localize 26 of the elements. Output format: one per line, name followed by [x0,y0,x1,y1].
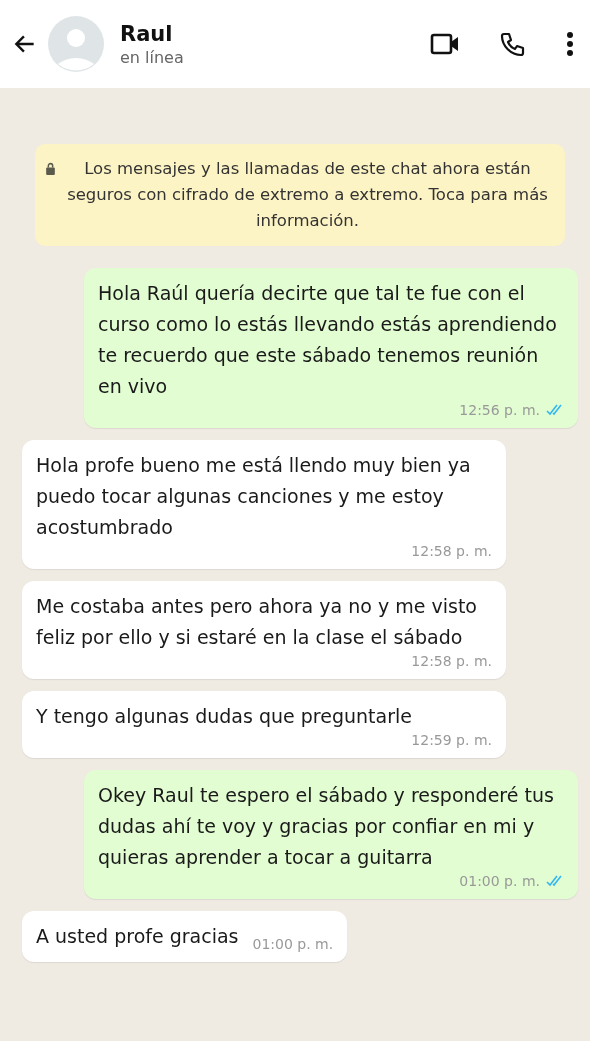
message-bubble[interactable]: Hola profe bueno me está llendo muy bien ya puedo tocar algunas canciones y me estoy acostumbrado 12:58 p. m. [22,440,506,569]
notice-text: Los mensajes y las llamadas de este chat ahora están seguros con cifrado de extremo a extremo. Toca para más información. [66,158,549,232]
message-time: 12:59 p. m. [411,732,492,748]
message-bubble[interactable]: Okey Raul te espero el sábado y responderé tus dudas ahí te voy y gracias por confiar en mi y quieras aprender a tocar a guitarra 01:00 p. m. [84,770,578,899]
message-bubble[interactable]: Hola Raúl quería decirte que tal te fue con el curso como lo estás llevando estás aprendiendo te recuerdo que este sábado tenemos reunión en vivo 12:56 p. m. [84,268,578,428]
encryption-notice[interactable]: Los mensajes y las llamadas de este chat ahora están seguros con cifrado de extremo a extremo. Toca para más información. [35,144,565,246]
message-time: 12:56 p. m. [459,402,540,418]
message-time: 01:00 p. m. [459,873,540,889]
menu-icon[interactable] [566,31,574,57]
message-text: Okey Raul te espero el sábado y responderé tus dudas ahí te voy y gracias por confiar en mi y quieras aprender a tocar a guitarra [98,783,555,870]
video-call-icon[interactable] [430,32,460,56]
message-text: Hola Raúl quería decirte que tal te fue con el curso como lo estás llevando estás aprendiendo te recuerdo que este sábado tenemos reunión en vivo [98,281,558,399]
message-time: 12:58 p. m. [411,543,492,559]
lock-icon [45,162,56,175]
message-text: Y tengo algunas dudas que preguntarle [36,704,412,729]
message-text: Me costaba antes pero ahora ya no y me visto feliz por ello y si estaré en la clase el sábado [36,594,478,650]
message-text: A usted profe gracias [36,924,239,949]
message-time: 01:00 p. m. [252,936,334,952]
contact-name: Raul [120,21,174,46]
message-text: Hola profe bueno me está llendo muy bien ya puedo tocar algunas canciones y me estoy acostumbrado [36,453,472,540]
message-bubble[interactable]: Y tengo algunas dudas que preguntarle 12:59 p. m. [22,691,506,758]
message-time: 12:58 p. m. [411,653,492,669]
message-bubble[interactable]: Me costaba antes pero ahora ya no y me visto feliz por ello y si estaré en la clase el sábado 12:58 p. m. [22,581,506,679]
contact-status: en línea [120,47,185,67]
message-bubble[interactable]: A usted profe gracias 01:00 p. m. [22,911,348,962]
phone-icon[interactable] [500,31,526,57]
